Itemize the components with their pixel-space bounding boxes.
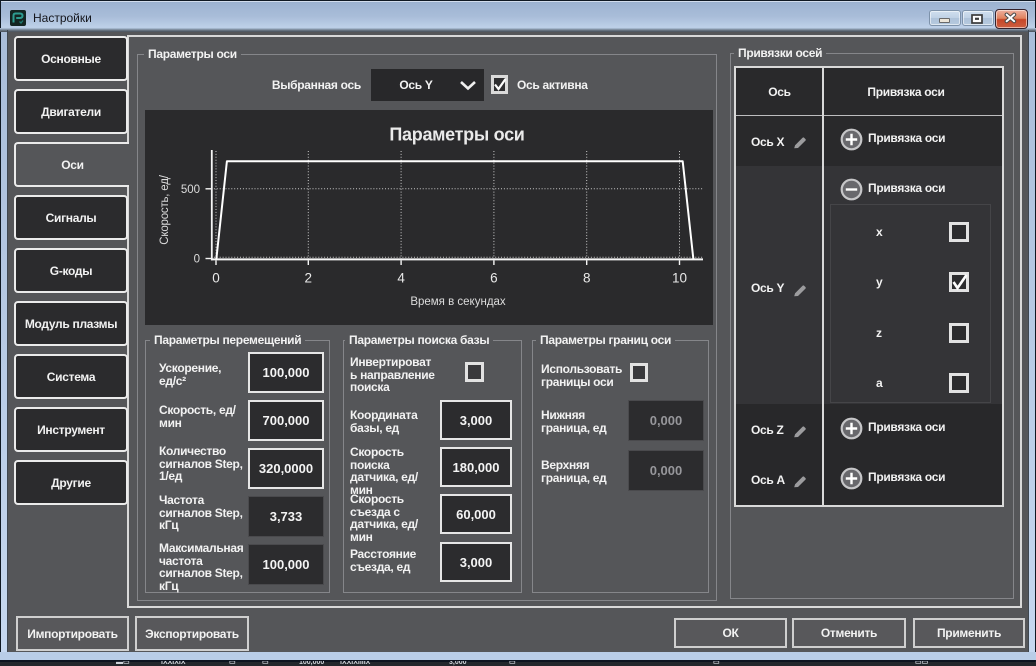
- svg-text:4: 4: [397, 271, 405, 286]
- svg-text:6: 6: [490, 271, 498, 286]
- svg-text:Время в секундах: Время в секундах: [410, 296, 506, 308]
- svg-text:500: 500: [181, 184, 200, 196]
- svg-text:Параметры оси: Параметры оси: [389, 125, 524, 145]
- svg-text:0: 0: [212, 271, 220, 286]
- svg-text:10: 10: [672, 271, 687, 286]
- svg-text:8: 8: [583, 271, 591, 286]
- svg-text:Скорость, ед/: Скорость, ед/: [159, 174, 171, 245]
- svg-text:0: 0: [194, 254, 200, 266]
- svg-text:2: 2: [305, 271, 313, 286]
